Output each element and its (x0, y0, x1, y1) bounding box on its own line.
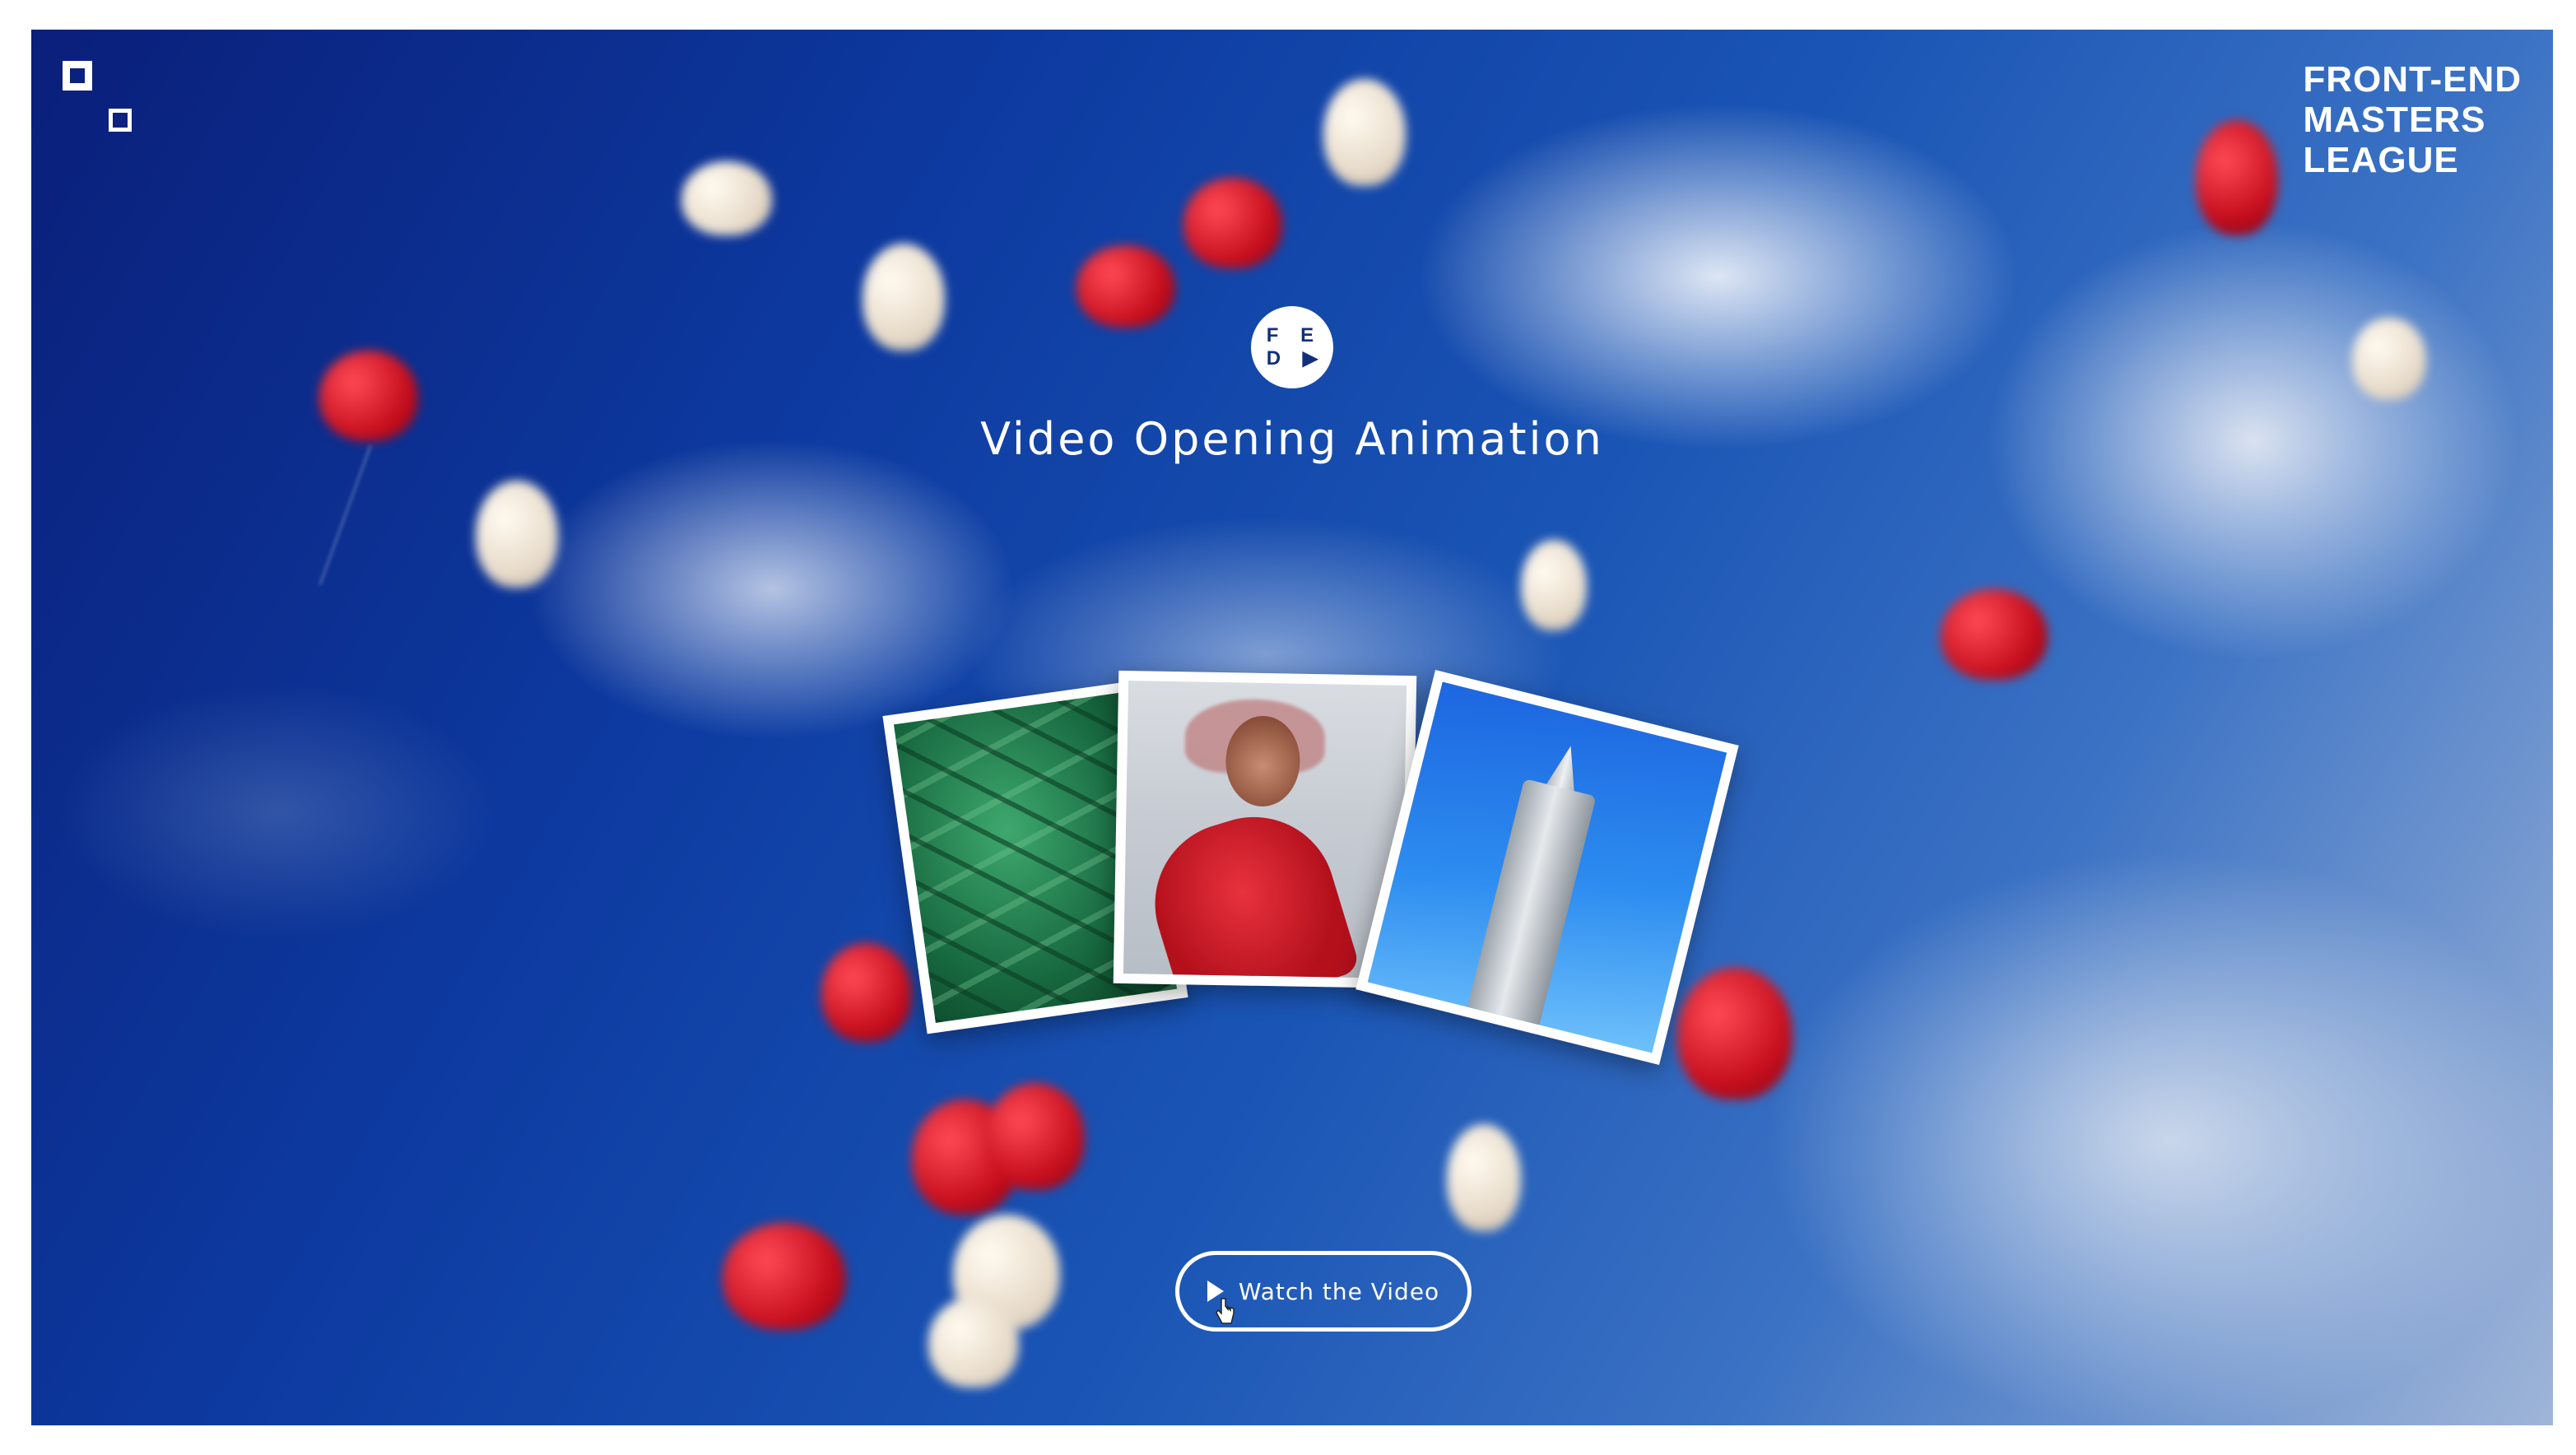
balloon (1941, 589, 2048, 680)
balloon (928, 1297, 1019, 1388)
balloon (1447, 1124, 1521, 1231)
woman-red-dress (1134, 797, 1361, 979)
balloon (1677, 968, 1793, 1099)
squares-logo-icon[interactable] (63, 61, 145, 143)
balloon (2196, 120, 2278, 235)
balloon (1323, 79, 1406, 186)
clock-tower (1464, 779, 1597, 1036)
tower-photo-image (1367, 681, 1727, 1053)
balloon (1076, 245, 1175, 328)
balloon (986, 1083, 1085, 1190)
logo-square-small (109, 109, 132, 132)
balloon-string (319, 444, 372, 586)
balloon (681, 161, 772, 235)
fed-badge-letters: F E D ▶ (1258, 324, 1326, 370)
hand-cursor-icon (1216, 1298, 1235, 1324)
fed-badge-line1: F E (1266, 324, 1323, 346)
brand-wordmark[interactable]: FRONT-END MASTERS LEAGUE (2303, 59, 2522, 180)
page-title: Video Opening Animation (980, 413, 1604, 465)
balloon (476, 481, 558, 588)
balloon (1521, 540, 1587, 630)
fed-badge-logo: F E D ▶ (1251, 306, 1333, 388)
balloon (863, 244, 945, 351)
fed-badge-line2: D ▶ (1266, 347, 1327, 370)
balloon (1183, 178, 1282, 268)
woman-photo-image (1123, 681, 1407, 979)
balloon (2352, 318, 2426, 400)
woman-head (1225, 715, 1301, 807)
balloon (723, 1223, 846, 1330)
logo-square-large (63, 61, 92, 91)
balloon (821, 943, 912, 1042)
hero-background: FRONT-END MASTERS LEAGUE F E D ▶ Video O… (31, 30, 2553, 1425)
watch-video-label: Watch the Video (1238, 1277, 1440, 1305)
